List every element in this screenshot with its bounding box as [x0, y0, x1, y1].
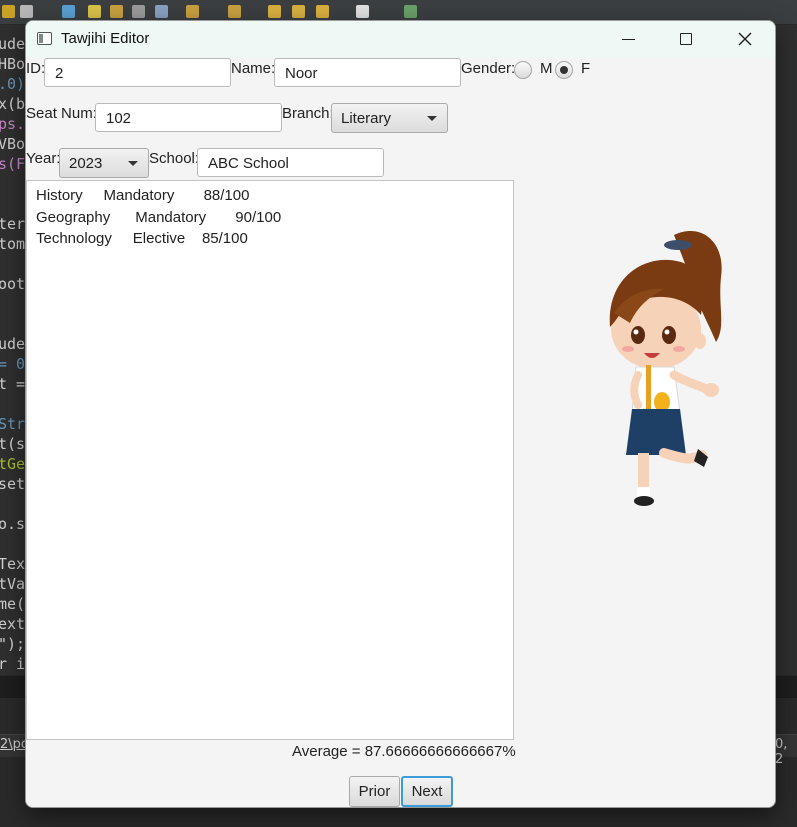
toolbar-icon[interactable] — [110, 5, 123, 18]
name-field[interactable]: Noor — [274, 58, 461, 87]
subjects-textarea[interactable]: History Mandatory 88/100 Geography Manda… — [26, 180, 514, 740]
ide-code-fragment: ext — [0, 615, 26, 633]
ide-code-fragment: o.s — [0, 515, 26, 533]
app-window-icon — [37, 32, 52, 45]
average-label: Average = 87.66666666666667% — [292, 743, 516, 760]
ide-code-fragment: tGe — [0, 455, 26, 473]
radio-selected-dot — [560, 66, 568, 74]
name-label: Name: — [231, 60, 276, 77]
minimize-button[interactable] — [600, 21, 658, 57]
ide-code-fragment: ude — [0, 335, 26, 353]
toolbar-icon[interactable] — [268, 5, 281, 18]
toolbar-icon[interactable] — [186, 5, 199, 18]
ide-position-fragment: 0, 2 — [775, 737, 788, 767]
toolbar-icon[interactable] — [88, 5, 101, 18]
toolbar-icon[interactable] — [356, 5, 369, 18]
ide-code-fragment: set — [0, 475, 26, 493]
ide-code-fragment: oot — [0, 275, 26, 293]
ide-code-fragment: t(s — [0, 435, 26, 453]
close-button[interactable] — [716, 21, 774, 57]
year-label: Year: — [26, 150, 61, 167]
branch-label: Branch: — [282, 105, 334, 122]
toolbar-icon[interactable] — [404, 5, 417, 18]
toolbar-icon[interactable] — [228, 5, 241, 18]
maximize-icon — [680, 33, 692, 45]
ide-code-fragment: .0) — [0, 75, 26, 93]
gender-m-radio[interactable] — [514, 61, 532, 79]
ide-code-fragment: VBo — [0, 135, 26, 153]
chevron-down-icon — [427, 116, 437, 121]
window-title: Tawjihi Editor — [61, 30, 150, 47]
gender-f-label: F — [581, 60, 591, 77]
branch-selected-value: Literary — [341, 110, 392, 127]
gender-label: Gender: — [461, 60, 516, 77]
tawjihi-editor-window: Tawjihi Editor ID: 2 Name: Noor Gender: … — [25, 20, 776, 808]
subject-row: History Mandatory 88/100 — [36, 187, 250, 204]
school-label: School: — [149, 150, 200, 167]
ide-code-fragment: x(b — [0, 95, 26, 113]
student-girl-illustration — [609, 231, 722, 506]
toolbar-icon[interactable] — [62, 5, 75, 18]
ide-code-fragment: Tex — [0, 555, 26, 573]
ide-code-fragment: me( — [0, 595, 26, 613]
chevron-down-icon — [128, 161, 138, 166]
ide-code-fragment: r i — [0, 655, 26, 673]
branch-combobox[interactable]: Literary — [331, 103, 448, 133]
gender-m-label: M — [540, 60, 553, 77]
id-field[interactable]: 2 — [44, 58, 231, 87]
toolbar-icon[interactable] — [2, 5, 15, 18]
ide-code-fragment: Str — [0, 415, 26, 433]
prior-button[interactable]: Prior — [349, 776, 400, 807]
ide-code-fragment: t = — [0, 375, 26, 393]
toolbar-icon[interactable] — [20, 5, 33, 18]
close-icon — [738, 32, 752, 46]
toolbar-icon[interactable] — [155, 5, 168, 18]
ide-code-fragment: tVa — [0, 575, 26, 593]
year-selected-value: 2023 — [69, 155, 103, 172]
toolbar-icon[interactable] — [316, 5, 329, 18]
ide-code-fragment: ter — [0, 215, 26, 233]
seat-num-field[interactable]: 102 — [95, 103, 282, 132]
ide-code-fragment: = 0 — [0, 355, 26, 373]
gender-f-radio[interactable] — [555, 61, 573, 79]
year-combobox[interactable]: 2023 — [59, 148, 149, 178]
subject-row: Geography Mandatory 90/100 — [36, 208, 282, 226]
next-button[interactable]: Next — [401, 776, 453, 807]
id-label: ID: — [26, 60, 46, 77]
ide-code-fragment: s(F — [0, 155, 26, 173]
subject-row: Technology Elective 85/100 — [36, 230, 248, 247]
toolbar-icon[interactable] — [132, 5, 145, 18]
ide-code-fragment: ps. — [0, 115, 26, 133]
ide-code-fragment: ude — [0, 35, 26, 53]
minimize-icon — [622, 39, 635, 41]
editor-form: ID: 2 Name: Noor Gender: M F Seat Num: 1… — [26, 57, 775, 807]
school-field[interactable]: ABC School — [197, 148, 384, 177]
seat-num-label: Seat Num: — [26, 105, 97, 122]
ide-code-fragment: "); — [0, 635, 26, 653]
ide-code-fragment: HBo — [0, 55, 26, 73]
toolbar-icon[interactable] — [292, 5, 305, 18]
maximize-button[interactable] — [657, 21, 715, 57]
ide-code-fragment: tom — [0, 235, 26, 253]
title-bar[interactable]: Tawjihi Editor — [26, 21, 775, 57]
